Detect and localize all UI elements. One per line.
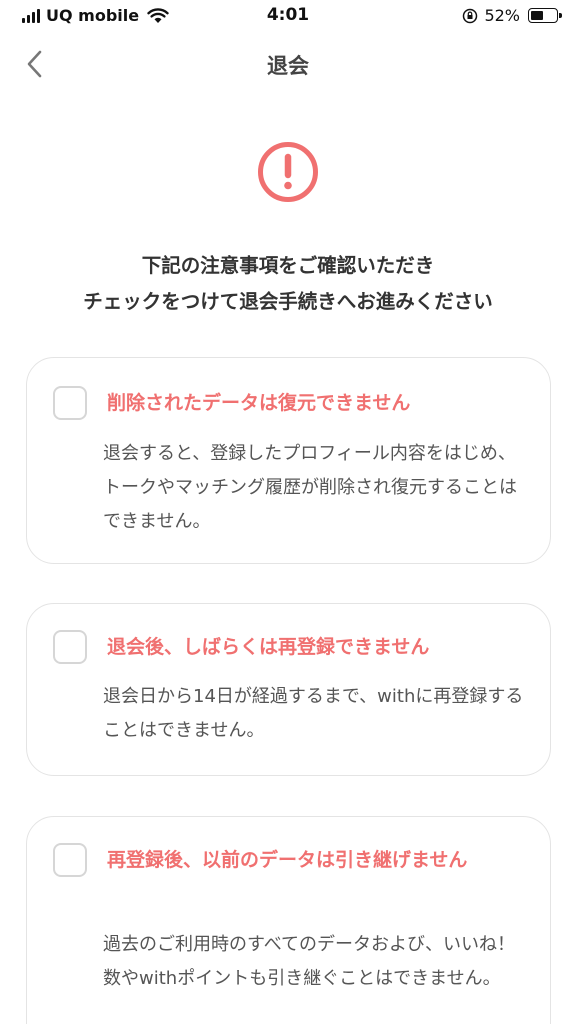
card-body: 過去のご利用時のすべてのデータおよび、いいね！数やwithポイントも引き継ぐこと… — [103, 934, 516, 989]
battery-fill — [531, 11, 543, 20]
notice-line-2: チェックをつけて退会手続きへお進みください — [83, 290, 493, 313]
notice-text: 下記の注意事項をご確認いただき チェックをつけて退会手続きへお進みください — [0, 248, 576, 320]
status-right: 52% — [462, 6, 562, 25]
caution-card-reregistration: 退会後、しばらくは再登録できません 退会日から14日が経過するまで、withに再… — [26, 603, 551, 776]
orientation-lock-icon — [463, 8, 478, 23]
page-title: 退会 — [267, 54, 309, 78]
navigation-bar: 退会 — [0, 34, 576, 94]
battery-icon — [528, 8, 562, 23]
card-title: 退会後、しばらくは再登録できません — [107, 636, 430, 658]
card-body: 退会日から14日が経過するまで、withに再登録することはできません。 — [103, 686, 524, 741]
card-title: 再登録後、以前のデータは引き継げません — [107, 849, 468, 871]
notice-line-1: 下記の注意事項をご確認いただき — [141, 254, 435, 277]
card-title: 削除されたデータは復元できません — [107, 392, 411, 414]
exclamation-circle-icon — [258, 142, 318, 202]
caution-card-data-transfer: 再登録後、以前のデータは引き継げません 過去のご利用時のすべてのデータおよび、い… — [26, 816, 551, 1024]
battery-percent: 52% — [484, 6, 520, 25]
caution-card-data-deletion: 削除されたデータは復元できません 退会すると、登録したプロフィール内容をはじめ、… — [26, 357, 551, 564]
status-bar: UQ mobile 4:01 52% — [0, 0, 576, 34]
card-body: 退会すると、登録したプロフィール内容をはじめ、トークやマッチング履歴が削除され復… — [103, 443, 517, 532]
